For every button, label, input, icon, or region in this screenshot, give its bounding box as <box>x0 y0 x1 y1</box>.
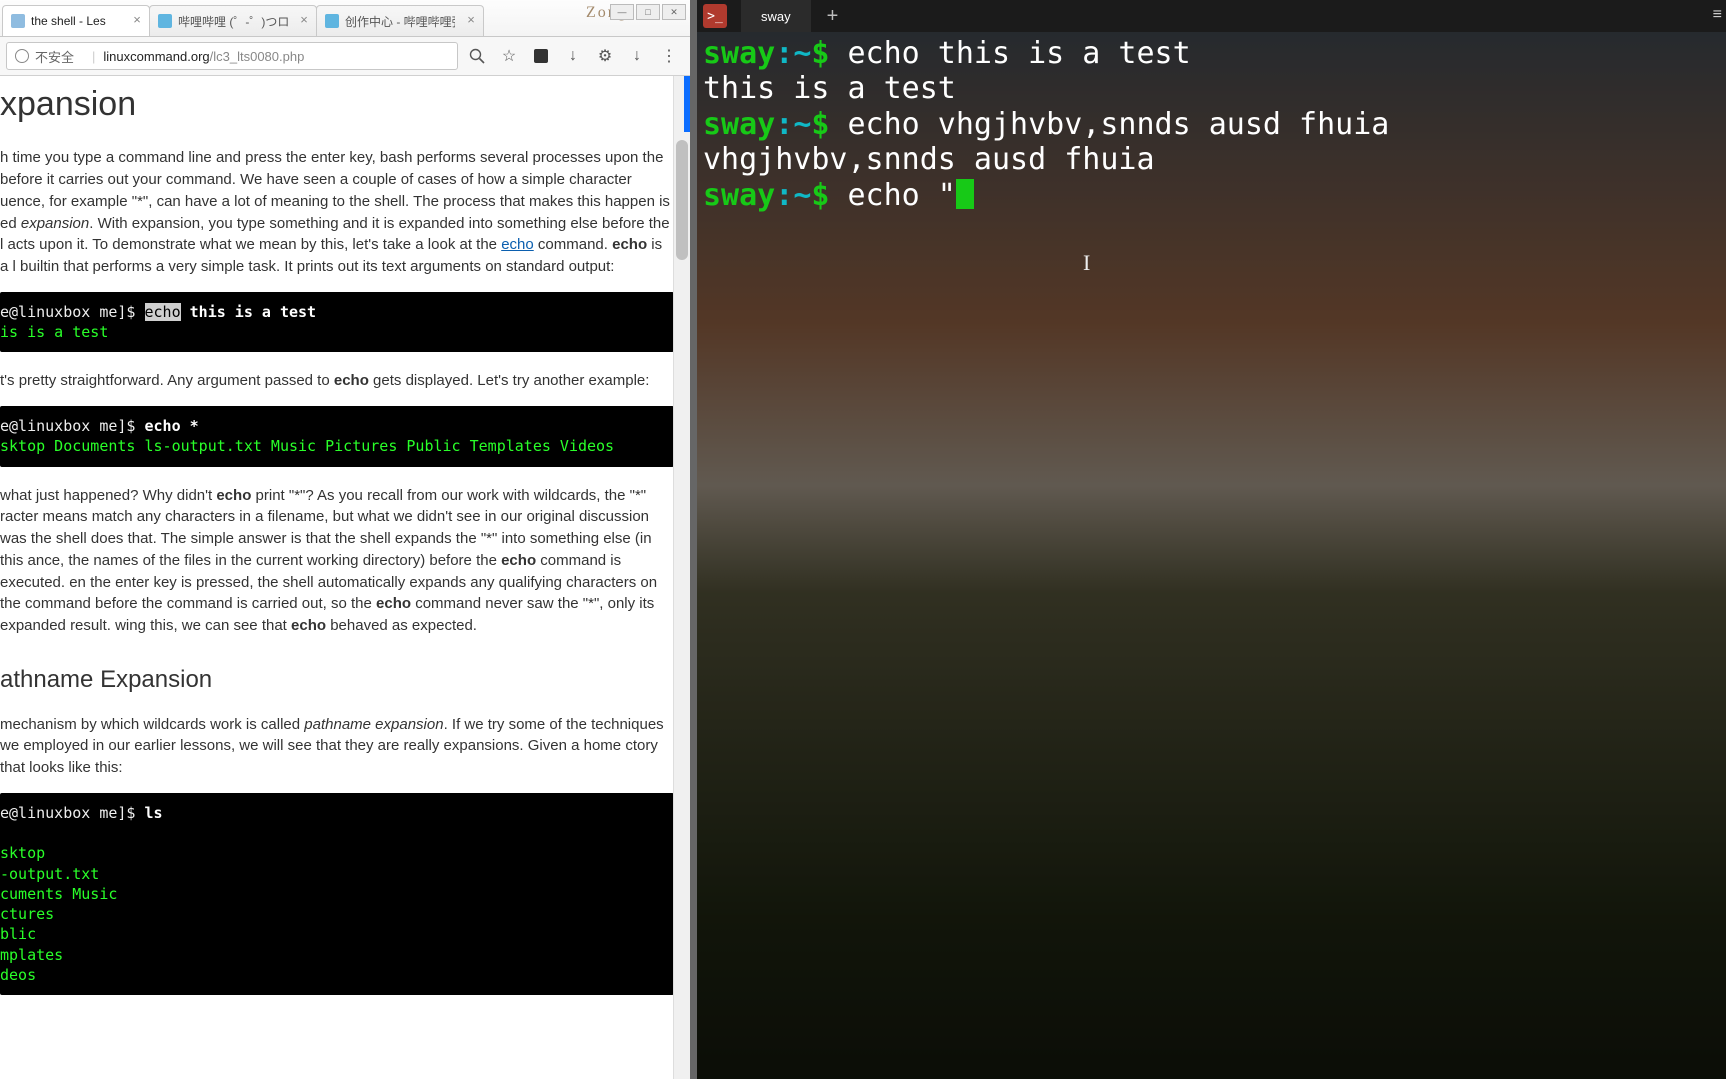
terminal-tab-sway[interactable]: sway <box>741 0 811 32</box>
code-sample-ls: e@linuxbox me]$ ls sktop -output.txt cum… <box>0 793 674 995</box>
article-body: xpansion h time you type a command line … <box>0 80 690 995</box>
browser-menu-icon[interactable]: ⋮ <box>660 47 678 65</box>
page-heading: xpansion <box>0 80 674 129</box>
window-controls: — □ ✕ <box>610 4 686 20</box>
address-bar-row: 不安全 | linuxcommand.org/lc3_lts0080.php ☆… <box>0 37 690 76</box>
url-host: linuxcommand.org <box>103 49 209 64</box>
tab-close-icon[interactable]: × <box>298 14 310 26</box>
section-heading-pathname: athname Expansion <box>0 663 674 698</box>
tab-close-icon[interactable]: × <box>131 14 143 26</box>
window-minimize-button[interactable]: — <box>610 4 634 20</box>
zoom-icon[interactable] <box>468 47 486 65</box>
bookmark-star-icon[interactable]: ☆ <box>500 47 518 65</box>
scroll-thumb[interactable] <box>676 140 688 260</box>
terminal-window: >_ sway + ≡ sway:~$ echo this is a test … <box>697 0 1726 1079</box>
tab-favicon-icon <box>11 14 25 28</box>
page-viewport[interactable]: xpansion h time you type a command line … <box>0 76 690 1079</box>
download-arrow-icon[interactable]: ↓ <box>628 47 646 65</box>
download-arrow-icon[interactable]: ↓ <box>564 47 582 65</box>
url-path: /lc3_lts0080.php <box>210 49 305 64</box>
terminal-menu-icon[interactable]: ≡ <box>1713 6 1722 24</box>
text-cursor-ibeam-icon: I <box>1083 250 1090 276</box>
tab-bilibili-creator[interactable]: 创作中心 - 哔哩哔哩弹幕 × <box>316 5 484 36</box>
article-paragraph: mechanism by which wildcards work is cal… <box>0 714 674 779</box>
code-sample-echo-star: e@linuxbox me]$ echo * sktop Documents l… <box>0 406 674 467</box>
terminal-titlebar: >_ sway + ≡ <box>697 0 1726 32</box>
toolbar-right: ☆ ↓ ⚙ ↓ ⋮ <box>468 47 678 65</box>
tab-label: 哔哩哔哩 (゜-゜)つロ 干 <box>178 13 288 30</box>
article-paragraph: what just happened? Why didn't echo prin… <box>0 485 674 637</box>
extension-dark-icon[interactable] <box>532 47 550 65</box>
extension-gear-icon[interactable]: ⚙ <box>596 47 614 65</box>
vertical-scrollbar[interactable] <box>673 76 690 1079</box>
tab-shell-lesson[interactable]: the shell - Les × <box>2 5 150 36</box>
article-paragraph: h time you type a command line and press… <box>0 147 674 278</box>
window-close-button[interactable]: ✕ <box>662 4 686 20</box>
echo-man-link[interactable]: echo <box>501 236 534 253</box>
article-paragraph: t's pretty straightforward. Any argument… <box>0 370 674 392</box>
terminal-new-tab-icon[interactable]: + <box>827 5 839 28</box>
tab-bilibili[interactable]: 哔哩哔哩 (゜-゜)つロ 干 × <box>149 5 317 36</box>
browser-window: Zong — □ ✕ the shell - Les × 哔哩哔哩 (゜-゜)つ… <box>0 0 690 1079</box>
tab-label: 创作中心 - 哔哩哔哩弹幕 <box>345 13 455 30</box>
insecure-label: 不安全 <box>35 47 74 66</box>
insecure-site-badge[interactable]: 不安全 <box>15 47 74 66</box>
tab-close-icon[interactable]: × <box>465 14 477 26</box>
tab-favicon-icon <box>158 14 172 28</box>
tab-label: the shell - Les <box>31 14 106 28</box>
window-maximize-button[interactable]: □ <box>636 4 660 20</box>
terminal-app-icon[interactable]: >_ <box>703 4 727 28</box>
terminal-body[interactable]: sway:~$ echo this is a test this is a te… <box>697 32 1726 1079</box>
code-sample-echo-test: e@linuxbox me]$ echo this is a test is i… <box>0 292 674 353</box>
tab-favicon-icon <box>325 14 339 28</box>
address-bar[interactable]: 不安全 | linuxcommand.org/lc3_lts0080.php <box>6 42 458 70</box>
window-splitter[interactable] <box>690 0 697 1079</box>
terminal-cursor <box>956 179 974 209</box>
